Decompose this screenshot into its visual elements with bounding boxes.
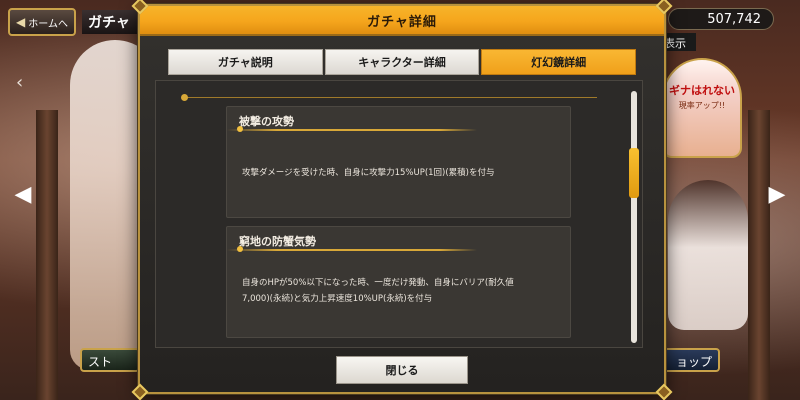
prev-arrow-icon[interactable]: ◀ [12,180,34,210]
skill-description: 自身のHPが50%以下になった時、一度だけ発動、自身にバリア(耐久値 7,000… [242,275,562,307]
modal-header: ガチャ詳細 [140,6,664,36]
skill-description-line: 攻撃ダメージを受けた時、自身に攻撃力15%UP(1回)(累積)を付与 [242,168,495,178]
gacha-banner[interactable]: ギナはれない 現率アップ!! [662,58,742,158]
tab-lantern-mirror-details[interactable]: 灯幻鏡詳細 [481,49,637,75]
character-art-right [668,180,748,330]
currency-display: 507,742 [668,8,774,30]
skill-underline [227,249,477,251]
skill-name: 被撃の攻勢 [239,115,294,128]
modal-tabs: ガチャ説明 キャラクター詳細 灯幻鏡詳細 [168,49,637,75]
skill-description: 攻撃ダメージを受けた時、自身に攻撃力15%UP(1回)(累積)を付与 [242,165,562,181]
background-pillar [36,110,58,400]
close-button[interactable]: 閉じる [336,356,468,384]
scrollbar[interactable] [629,91,639,343]
skill-description-line: 7,000)(永続)と気力上昇速度10%UP(永続)を付与 [242,294,433,304]
tab-character-details[interactable]: キャラクター詳細 [324,49,480,75]
skill-description-line: 自身のHPが50%以下になった時、一度だけ発動、自身にバリア(耐久値 [242,278,514,288]
skill-bullet-icon [237,246,243,252]
banner-subtitle: 現率アップ!! [678,101,726,110]
banner-title: ギナはれない [669,84,735,97]
skill-card: 被撃の攻勢 攻撃ダメージを受けた時、自身に攻撃力15%UP(1回)(累積)を付与 [226,106,571,218]
shop-button[interactable]: ョップ [660,348,720,372]
skill-name: 窮地の防蟹気勢 [239,235,316,248]
home-button-label: ホームへ [28,18,68,30]
modal-title: ガチャ詳細 [367,14,437,30]
chevron-left-icon[interactable]: ‹ [16,72,23,93]
scrollbar-thumb[interactable] [629,148,639,198]
next-arrow-icon[interactable]: ▶ [766,180,788,210]
divider-dot-icon [181,94,188,101]
story-button[interactable]: スト [80,348,140,372]
home-button[interactable]: ◀ ホームへ [8,8,76,36]
background-pillar [748,110,770,400]
tab-gacha-description[interactable]: ガチャ説明 [168,49,323,75]
divider [183,97,597,98]
skill-bullet-icon [237,126,243,132]
skill-card: 窮地の防蟹気勢 自身のHPが50%以下になった時、一度だけ発動、自身にバリア(耐… [226,226,571,338]
gacha-detail-modal: ガチャ詳細 ガチャ説明 キャラクター詳細 灯幻鏡詳細 被撃の攻勢 攻撃ダメージを… [131,0,673,400]
skill-list-panel[interactable]: 被撃の攻勢 攻撃ダメージを受けた時、自身に攻撃力15%UP(1回)(累積)を付与… [155,80,643,348]
skill-underline [227,129,477,131]
back-arrow-icon: ◀ [16,15,26,29]
screen-title: ガチャ [82,10,142,34]
